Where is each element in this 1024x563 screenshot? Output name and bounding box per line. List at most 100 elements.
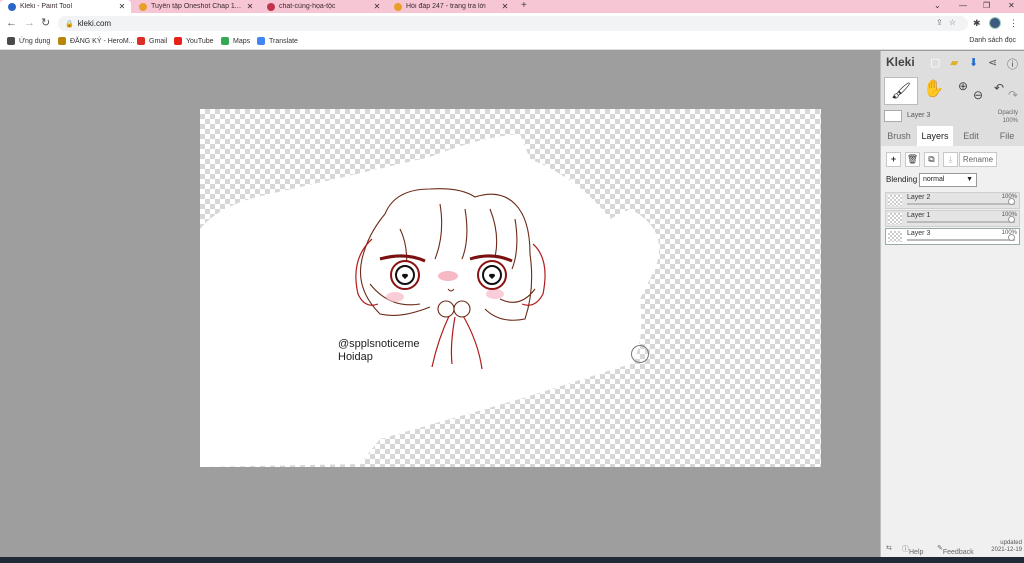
canvas-workspace[interactable]: @spplsnoticeme Hoidap	[0, 51, 880, 557]
layer-opacity-slider[interactable]	[907, 216, 1015, 223]
duplicate-layer-icon[interactable]: ⧉	[924, 152, 939, 167]
bookmark-youtube[interactable]: YouTube	[174, 37, 214, 45]
layer-opacity-slider[interactable]	[907, 198, 1015, 205]
layer-row-selected[interactable]: Layer 3 100%	[885, 228, 1020, 245]
tab-title: Hỏi đáp 247 - trang tra lời	[406, 3, 486, 10]
undo-icon[interactable]: ↶	[994, 81, 1004, 95]
maximize-button[interactable]: ❐	[983, 0, 990, 12]
feedback-link[interactable]: ✎ Feedback	[937, 544, 974, 556]
layer-opacity-slider[interactable]	[907, 234, 1015, 241]
address-bar[interactable]: 🔒 kleki.com ⇪☆	[58, 16, 968, 31]
youtube-icon	[174, 37, 182, 45]
apps-grid-icon	[7, 37, 15, 45]
tab-hoidap[interactable]: Hỏi đáp 247 - trang tra lời ✕	[386, 0, 514, 13]
page-favicon-icon	[394, 2, 402, 11]
url-text: kleki.com	[77, 19, 112, 28]
download-icon[interactable]: ⬇	[969, 56, 978, 69]
bookmark-apps[interactable]: Ứng dụng	[7, 37, 50, 45]
feedback-label: Feedback	[942, 549, 974, 556]
blending-select[interactable]: normal ▼	[919, 173, 977, 187]
bookmark-label: ĐĂNG KÝ - HeroM...	[70, 37, 135, 45]
bookmark-label: YouTube	[186, 37, 214, 45]
brush-tool-button[interactable]: 🖌	[884, 77, 918, 105]
new-tab-button[interactable]: +	[521, 0, 527, 12]
tab-file[interactable]: File	[989, 126, 1024, 146]
delete-layer-icon[interactable]: 🗑	[905, 152, 920, 167]
lock-icon: 🔒	[65, 20, 74, 28]
open-folder-icon[interactable]: ▰	[950, 56, 958, 69]
zoom-in-icon[interactable]: ⊕	[958, 79, 968, 93]
close-icon[interactable]: ✕	[117, 2, 127, 11]
hand-tool-icon[interactable]: ✋	[923, 79, 944, 99]
tab-layers[interactable]: Layers	[917, 126, 953, 146]
layer-thumbnail	[888, 231, 902, 242]
avatar[interactable]	[989, 17, 1001, 29]
tab-title: chat-cùng-họa-tộc	[279, 3, 336, 10]
help-icon[interactable]: ⓘ	[1007, 56, 1018, 72]
translate-icon	[257, 37, 265, 45]
reload-icon[interactable]: ↻	[41, 17, 50, 30]
browser-tab-strip: Kleki - Paint Tool ✕ Tuyển tập Oneshot C…	[0, 0, 1024, 13]
opacity-readout[interactable]: Opacity 100%	[998, 109, 1018, 125]
layer-thumbnail	[888, 195, 902, 206]
reading-list-button[interactable]: Danh sách đọc	[969, 37, 1016, 44]
close-icon[interactable]: ✕	[500, 2, 510, 11]
close-window-button[interactable]: ✕	[1008, 0, 1015, 12]
layer-thumbnail	[888, 213, 902, 224]
layer-name: Layer 2	[907, 194, 931, 201]
blending-label: Blending	[886, 175, 918, 184]
merge-down-icon[interactable]: ⤓	[943, 152, 958, 167]
updated-info: updated 2021-12-19	[991, 540, 1022, 554]
layer-row[interactable]: Layer 1 100%	[885, 210, 1020, 227]
share-icon[interactable]: ⋖	[988, 56, 997, 69]
layers-panel: + 🗑 ⧉ ⤓ Rename Blending normal ▼ Layer 2…	[881, 146, 1024, 557]
drawing-canvas[interactable]: @spplsnoticeme Hoidap	[200, 109, 821, 467]
bookmark-maps[interactable]: Maps	[221, 37, 250, 45]
rename-button[interactable]: Rename	[959, 152, 997, 167]
chevron-down-icon: ▼	[966, 176, 973, 183]
close-icon[interactable]: ✕	[372, 2, 382, 11]
bookmark-label: Gmail	[149, 37, 168, 45]
help-link[interactable]: ⓘ Help	[902, 544, 923, 556]
tab-search-button[interactable]: ⌄	[934, 0, 941, 12]
bookmark-herom[interactable]: ĐĂNG KÝ - HeroM...	[58, 37, 135, 45]
minimize-button[interactable]: —	[959, 0, 967, 12]
herom-icon	[58, 37, 66, 45]
more-menu-icon[interactable]: ⋮	[1009, 18, 1018, 29]
bookmark-label: Ứng dụng	[19, 37, 51, 45]
forward-arrow-icon[interactable]: →	[24, 17, 35, 30]
os-taskbar	[0, 557, 1024, 563]
layer-row[interactable]: Layer 2 100%	[885, 192, 1020, 209]
new-image-icon[interactable]: ▢	[930, 56, 940, 69]
slider-knob[interactable]	[1008, 234, 1015, 241]
bookmark-gmail[interactable]: Gmail	[137, 37, 167, 45]
panel-tabs: Brush Layers Edit File	[881, 126, 1024, 146]
slider-knob[interactable]	[1008, 198, 1015, 205]
share-and-bookmark-icons[interactable]: ⇪☆	[936, 18, 962, 27]
tab-brush[interactable]: Brush	[881, 126, 917, 146]
tab-kleki[interactable]: Kleki - Paint Tool ✕	[0, 0, 131, 13]
opacity-value: 100%	[1002, 118, 1018, 124]
redo-icon[interactable]: ↷	[1008, 88, 1018, 102]
add-layer-button[interactable]: +	[886, 152, 901, 167]
gmail-icon	[137, 37, 145, 45]
extensions-puzzle-icon[interactable]: ✱	[973, 18, 981, 29]
white-fill-stroke	[200, 134, 660, 467]
bookmark-label: Maps	[233, 37, 251, 45]
active-layer-thumbnail	[884, 110, 902, 122]
close-icon[interactable]: ✕	[245, 2, 255, 11]
panel-footer: ⇆ ⓘ Help ✎ Feedback updated 2021-12-19	[881, 539, 1024, 557]
zoom-out-icon[interactable]: ⊖	[973, 88, 983, 102]
slider-knob[interactable]	[1008, 216, 1015, 223]
help-label: Help	[909, 549, 924, 556]
layer-name: Layer 3	[907, 230, 931, 237]
tab-oneshot[interactable]: Tuyển tập Oneshot Chap 118 N… ✕	[131, 0, 259, 13]
swap-side-icon[interactable]: ⇆	[886, 544, 892, 552]
tab-chat[interactable]: chat-cùng-họa-tộc ✕	[259, 0, 386, 13]
back-arrow-icon[interactable]: ←	[6, 17, 17, 30]
tab-title: Kleki - Paint Tool	[20, 3, 73, 10]
bookmark-translate[interactable]: Translate	[257, 37, 298, 45]
updated-date: 2021-12-19	[991, 547, 1022, 553]
brush-icon: 🖌	[890, 83, 912, 100]
tab-edit[interactable]: Edit	[953, 126, 989, 146]
